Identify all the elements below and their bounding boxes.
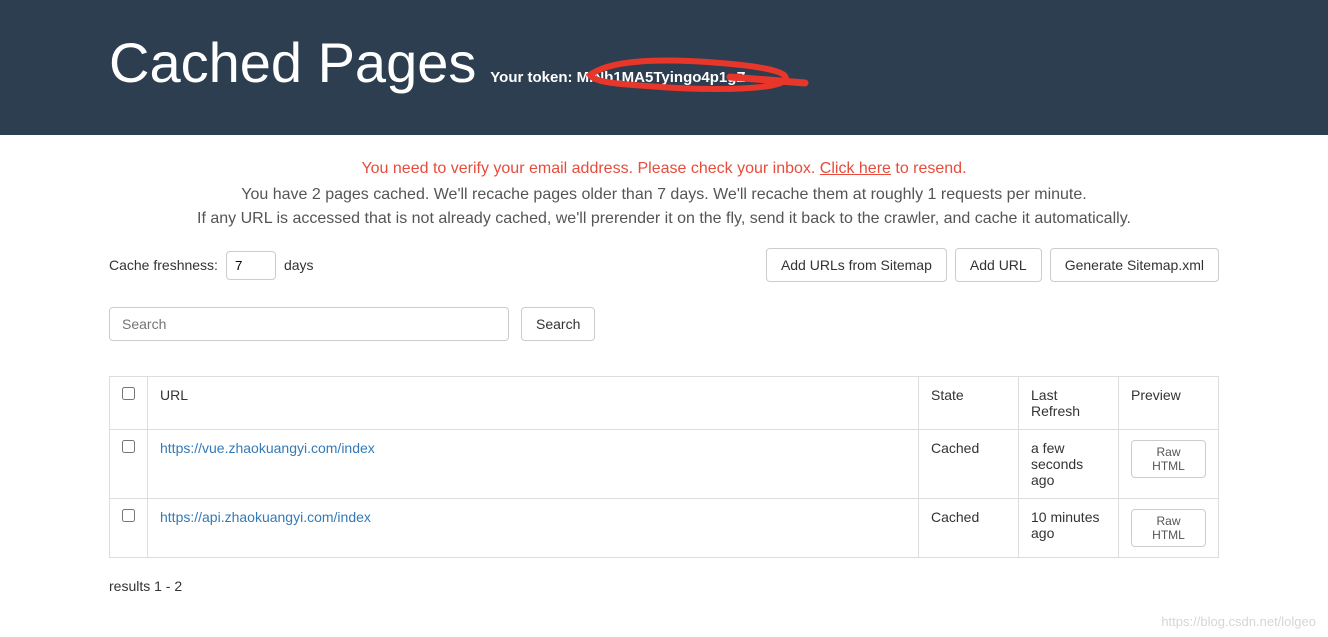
row-state: Cached xyxy=(919,430,1019,499)
cached-pages-table: URL State Last Refresh Preview https://v… xyxy=(109,376,1219,558)
header-preview: Preview xyxy=(1119,377,1219,430)
token-label: Your token: xyxy=(490,69,572,86)
alert-prefix: You need to verify your email address. P… xyxy=(361,160,819,177)
header-checkbox-cell xyxy=(110,377,148,430)
row-url-cell: https://api.zhaokuangyi.com/index xyxy=(148,499,919,558)
search-row: Search xyxy=(109,307,1219,341)
row-checkbox[interactable] xyxy=(122,509,135,522)
table-row: https://api.zhaokuangyi.com/index Cached… xyxy=(110,499,1219,558)
add-urls-sitemap-button[interactable]: Add URLs from Sitemap xyxy=(766,248,947,282)
cache-freshness: Cache freshness: days xyxy=(109,251,314,280)
token-value: MlNb1MA5Tyingo4p1gZ xyxy=(577,69,746,86)
page-title: Cached Pages xyxy=(109,30,476,95)
token-wrap: Your token: MlNb1MA5Tyingo4p1gZ xyxy=(490,69,745,86)
info-line-1: You have 2 pages cached. We'll recache p… xyxy=(109,186,1219,204)
row-checkbox-cell xyxy=(110,430,148,499)
resend-link[interactable]: Click here xyxy=(820,160,891,177)
header-last-refresh: Last Refresh xyxy=(1019,377,1119,430)
add-url-button[interactable]: Add URL xyxy=(955,248,1042,282)
table-row: https://vue.zhaokuangyi.com/index Cached… xyxy=(110,430,1219,499)
search-button[interactable]: Search xyxy=(521,307,595,341)
row-state: Cached xyxy=(919,499,1019,558)
row-checkbox[interactable] xyxy=(122,440,135,453)
header-url: URL xyxy=(148,377,919,430)
freshness-input[interactable] xyxy=(226,251,276,280)
row-preview-cell: Raw HTML xyxy=(1119,430,1219,499)
freshness-label: Cache freshness: xyxy=(109,257,218,273)
header-state: State xyxy=(919,377,1019,430)
info-line-2: If any URL is accessed that is not alrea… xyxy=(109,210,1219,228)
watermark: https://blog.csdn.net/lolgeo xyxy=(1161,614,1316,629)
row-last-refresh: a few seconds ago xyxy=(1019,430,1119,499)
row-checkbox-cell xyxy=(110,499,148,558)
search-input[interactable] xyxy=(109,307,509,341)
cached-url-link[interactable]: https://vue.zhaokuangyi.com/index xyxy=(160,440,375,456)
cached-url-link[interactable]: https://api.zhaokuangyi.com/index xyxy=(160,509,371,525)
generate-sitemap-button[interactable]: Generate Sitemap.xml xyxy=(1050,248,1219,282)
raw-html-button[interactable]: Raw HTML xyxy=(1131,440,1206,478)
controls-row: Cache freshness: days Add URLs from Site… xyxy=(109,248,1219,282)
action-buttons: Add URLs from Sitemap Add URL Generate S… xyxy=(766,248,1219,282)
page-header: Cached Pages Your token: MlNb1MA5Tyingo4… xyxy=(0,0,1328,135)
notice-block: You need to verify your email address. P… xyxy=(109,160,1219,228)
alert-suffix: to resend. xyxy=(891,160,967,177)
row-url-cell: https://vue.zhaokuangyi.com/index xyxy=(148,430,919,499)
row-last-refresh: 10 minutes ago xyxy=(1019,499,1119,558)
select-all-checkbox[interactable] xyxy=(122,387,135,400)
results-count: results 1 - 2 xyxy=(109,578,1219,594)
raw-html-button[interactable]: Raw HTML xyxy=(1131,509,1206,547)
row-preview-cell: Raw HTML xyxy=(1119,499,1219,558)
freshness-unit: days xyxy=(284,257,314,273)
verify-email-alert: You need to verify your email address. P… xyxy=(109,160,1219,178)
